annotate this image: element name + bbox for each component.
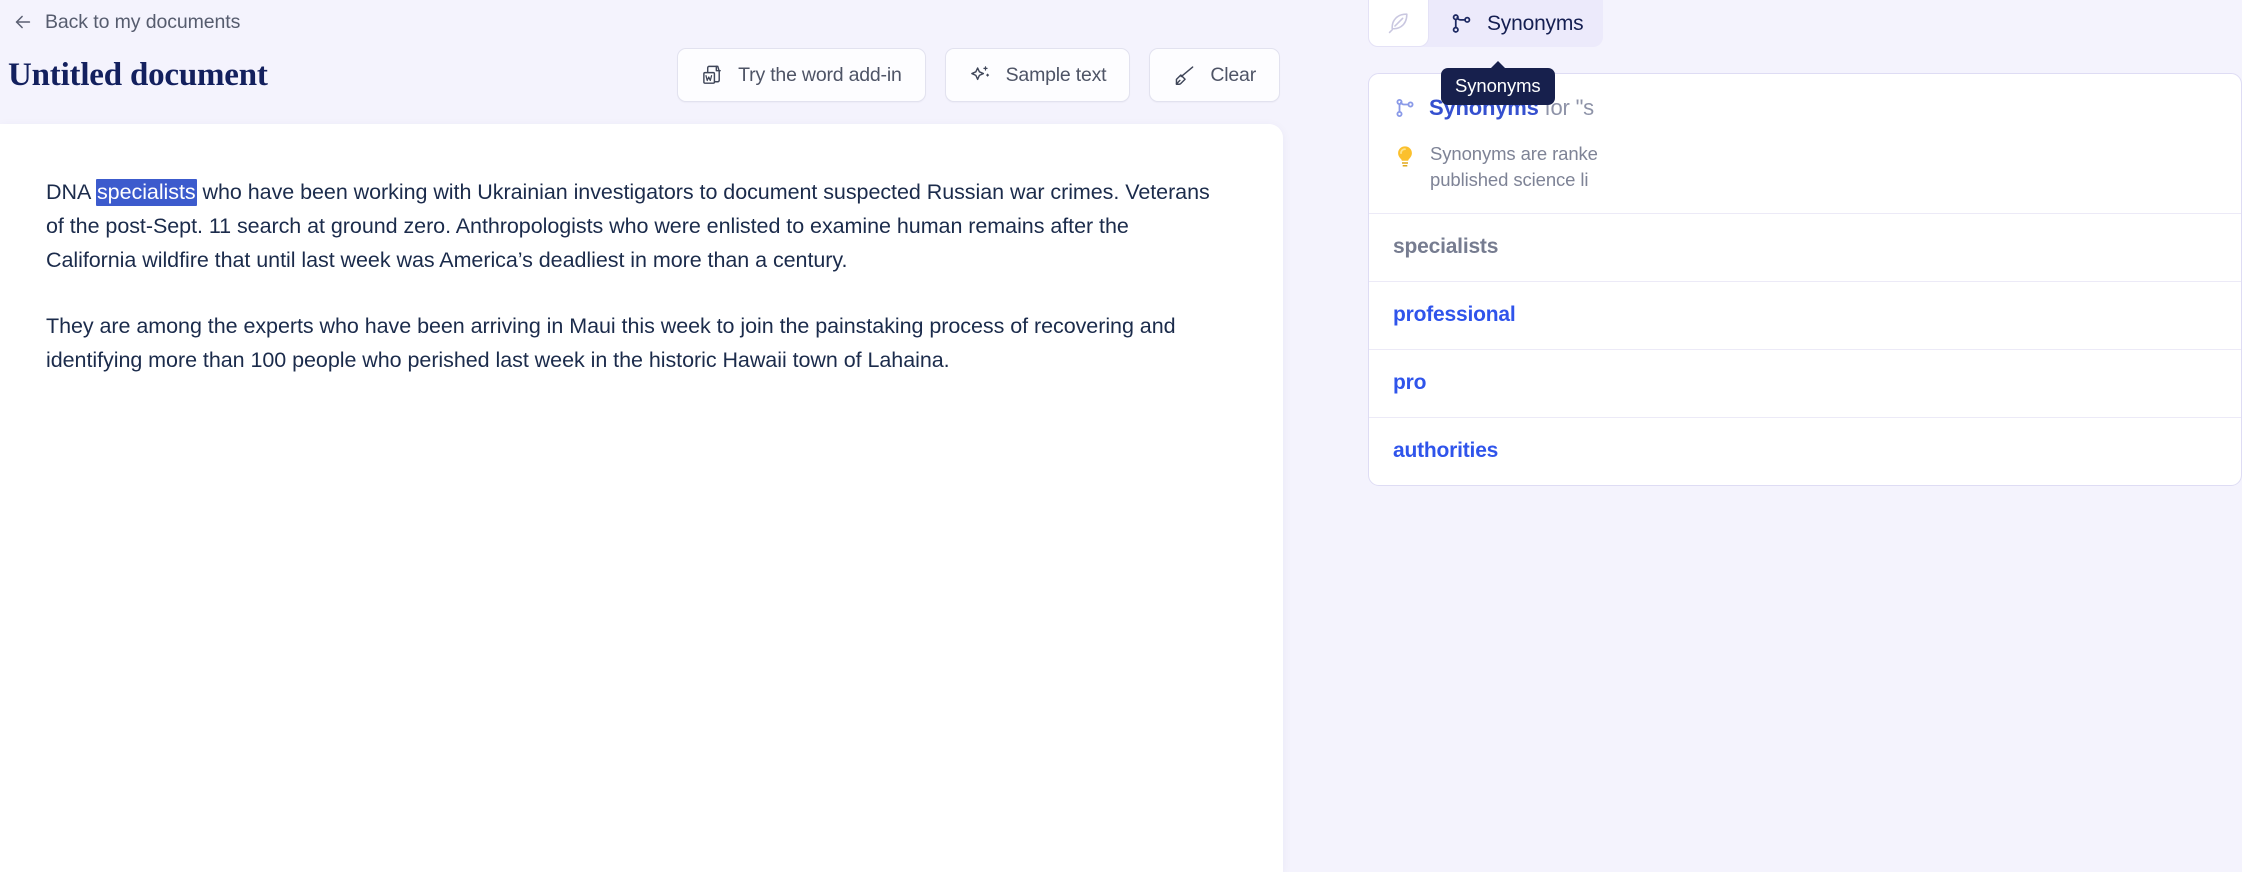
sample-text-label: Sample text (1005, 63, 1107, 86)
synonyms-hint: Synonyms are ranke published science li (1369, 127, 2241, 214)
word-document-icon (703, 65, 722, 84)
sparkle-star-icon (970, 65, 989, 80)
selected-word-highlight[interactable]: specialists (95, 179, 197, 206)
right-panel-tabbar: Synonyms (1368, 0, 1604, 47)
paragraph-1-before-selection: DNA (46, 180, 96, 204)
synonyms-hint-line-1: Synonyms are ranke (1430, 143, 1598, 164)
git-branch-icon (1396, 99, 1414, 117)
synonym-item[interactable]: authorities (1369, 418, 2241, 485)
back-to-documents-link[interactable]: Back to my documents (8, 8, 244, 36)
page-title: Untitled document (8, 57, 268, 93)
document-editor-area[interactable]: DNA specialists who have been working wi… (46, 176, 1213, 378)
editor-toolbar: Try the word add-in Sample text Clear (677, 48, 1280, 102)
git-branch-icon (1452, 14, 1471, 33)
synonyms-card: Synonyms for "s Synonyms are ranke publi… (1368, 73, 2242, 486)
clear-button[interactable]: Clear (1149, 48, 1280, 102)
synonyms-hint-line-2: published science li (1430, 169, 1589, 190)
synonym-item-current: specialists (1369, 214, 2241, 282)
arrow-left-icon (15, 15, 31, 29)
try-word-addin-label: Try the word add-in (738, 63, 902, 86)
synonyms-hint-text: Synonyms are ranke published science li (1430, 141, 1598, 193)
sample-text-button[interactable]: Sample text (944, 48, 1131, 102)
synonyms-tooltip: Synonyms (1441, 61, 1555, 105)
tab-synonyms-label: Synonyms (1487, 11, 1584, 35)
feather-quill-icon (1388, 12, 1408, 33)
synonym-item[interactable]: pro (1369, 350, 2241, 418)
lightbulb-icon (1398, 146, 1412, 167)
tab-writing-assistant[interactable] (1368, 0, 1429, 47)
right-panel: Synonyms Synonyms Synonyms for "s Synony… (1345, 0, 2242, 872)
document-paragraph-2[interactable]: They are among the experts who have been… (46, 310, 1213, 378)
document-paragraph-1[interactable]: DNA specialists who have been working wi… (46, 176, 1213, 277)
clear-label: Clear (1210, 63, 1256, 86)
back-link-label: Back to my documents (45, 10, 241, 33)
app-root: Back to my documents Untitled document T… (0, 0, 2242, 872)
eraser-brush-icon (1176, 65, 1194, 85)
editor-column: Back to my documents Untitled document T… (0, 0, 1345, 872)
try-word-addin-button[interactable]: Try the word add-in (677, 48, 926, 102)
document-sheet: DNA specialists who have been working wi… (0, 124, 1283, 872)
tab-synonyms[interactable]: Synonyms (1429, 0, 1603, 47)
paragraph-1-after-selection: who have been working with Ukrainian inv… (46, 180, 1210, 272)
synonym-item[interactable]: professional (1369, 282, 2241, 350)
